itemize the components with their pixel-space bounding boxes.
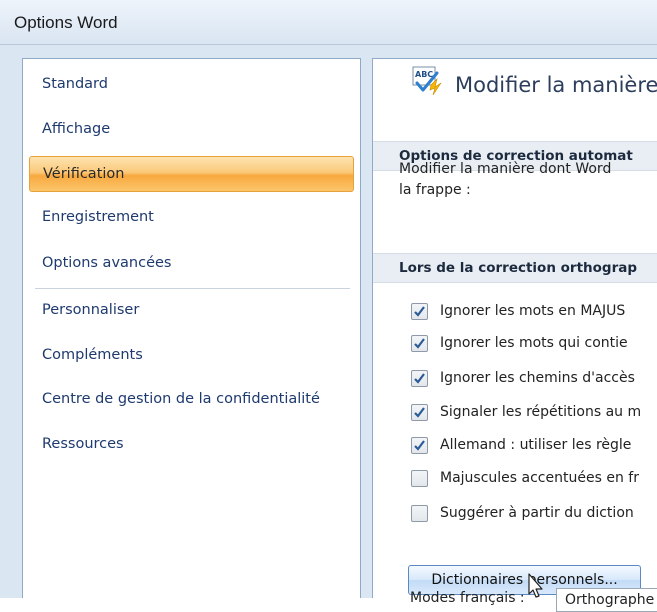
sidebar-item-options-avancees[interactable]: Options avancées xyxy=(29,246,354,282)
sidebar-item-verification[interactable]: Vérification xyxy=(29,156,354,192)
autocorrect-description: Modifier la manière dont Word la frappe … xyxy=(399,159,657,201)
mouse-pointer-icon xyxy=(528,573,543,598)
checkbox[interactable] xyxy=(411,437,428,454)
checkbox-label: Signaler les répétitions au m xyxy=(440,404,642,420)
sidebar-item-personnaliser[interactable]: Personnaliser xyxy=(29,293,354,329)
description-line: la frappe : xyxy=(399,182,471,198)
window-title: Options Word xyxy=(14,13,118,32)
checkbox[interactable] xyxy=(411,335,428,352)
checkbox-label: Majuscules accentuées en fr xyxy=(440,470,639,486)
checkbox-label: Ignorer les mots qui contie xyxy=(440,335,628,351)
checkbox[interactable] xyxy=(411,404,428,421)
sidebar-item-ressources[interactable]: Ressources xyxy=(29,427,354,463)
checkbox-label: Ignorer les mots en MAJUS xyxy=(440,303,626,319)
svg-text:ABC: ABC xyxy=(415,70,433,79)
abc-spellcheck-icon: ABC xyxy=(412,66,442,96)
sidebar-divider xyxy=(35,288,350,289)
page-title: Modifier la manière xyxy=(455,73,657,97)
sidebar-item-centre-confidentialite[interactable]: Centre de gestion de la confidentialité xyxy=(29,382,354,418)
checkbox-label: Suggérer à partir du diction xyxy=(440,505,634,521)
modes-label: Modes français : xyxy=(410,590,525,606)
checkbox[interactable] xyxy=(411,303,428,320)
checkbox[interactable] xyxy=(411,370,428,387)
section-header-spelling: Lors de la correction orthograp xyxy=(373,253,657,283)
checkbox-label: Allemand : utiliser les règle xyxy=(440,437,632,453)
modes-select[interactable]: Orthographe xyxy=(556,588,657,612)
checkbox[interactable] xyxy=(411,505,428,522)
checkbox-label: Ignorer les chemins d'accès xyxy=(440,370,635,386)
sidebar-item-complements[interactable]: Compléments xyxy=(29,338,354,374)
title-bar: Options Word xyxy=(0,0,657,45)
sidebar-item-standard[interactable]: Standard xyxy=(29,67,354,103)
options-sidebar: Standard Affichage Vérification Enregist… xyxy=(22,58,361,598)
sidebar-item-affichage[interactable]: Affichage xyxy=(29,112,354,148)
description-line: Modifier la manière dont Word xyxy=(399,161,612,177)
sidebar-item-enregistrement[interactable]: Enregistrement xyxy=(29,200,354,236)
checkbox[interactable] xyxy=(411,470,428,487)
